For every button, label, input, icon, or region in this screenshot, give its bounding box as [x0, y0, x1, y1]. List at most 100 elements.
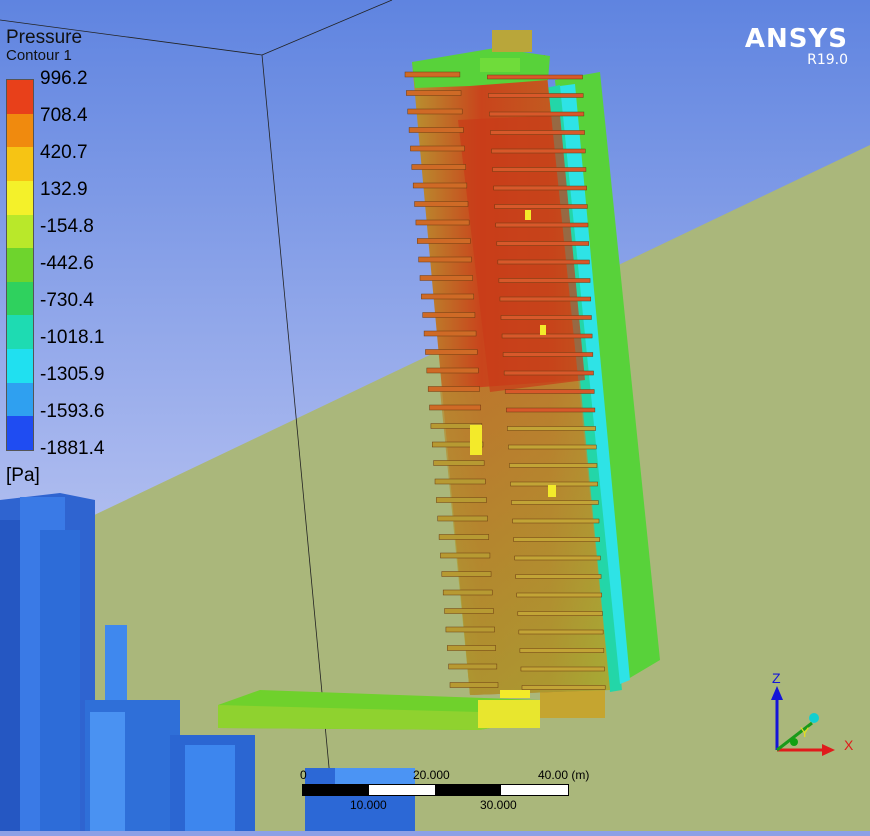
- legend-value-label: 996.2: [40, 68, 88, 89]
- floor-slab: [499, 296, 592, 302]
- floor-slab: [438, 534, 490, 540]
- floor-slab: [519, 648, 605, 653]
- scale-label-40: 40.00 (m): [538, 768, 590, 782]
- floor-slab: [518, 629, 604, 635]
- legend-band: [7, 248, 33, 282]
- floor-slab: [434, 478, 486, 485]
- floor-slab: [433, 460, 485, 466]
- axis-z-label: Z: [772, 670, 781, 686]
- floor-slab: [517, 611, 603, 616]
- floor-slab: [418, 256, 472, 263]
- floor-slab: [410, 145, 465, 152]
- floor-slab: [490, 130, 585, 135]
- legend-value-label: -730.4: [40, 290, 94, 311]
- legend-value-label: 420.7: [40, 142, 88, 163]
- floor-slab: [500, 315, 592, 320]
- floor-slab: [497, 259, 590, 265]
- floor-slab: [496, 241, 589, 246]
- floor-slab: [449, 682, 499, 688]
- roof-box: [492, 30, 532, 52]
- legend-value-label: 708.4: [40, 105, 88, 126]
- brand-name: ANSYS: [744, 24, 848, 54]
- floor-slab: [422, 312, 476, 318]
- floor-slab: [407, 108, 463, 115]
- legend-band: [7, 416, 33, 451]
- floor-slab: [426, 367, 479, 374]
- scale-label-20: 20.000: [413, 768, 450, 782]
- floor-slab: [503, 370, 594, 376]
- floor-slab: [492, 167, 587, 172]
- floor-slab: [493, 185, 587, 191]
- floor-slab: [507, 426, 596, 431]
- color-legend-bar: [6, 79, 34, 451]
- floor-slab: [488, 93, 584, 98]
- legend-band: [7, 214, 33, 249]
- scale-label-10: 10.000: [350, 798, 387, 812]
- legend-band: [7, 349, 33, 383]
- floor-slab: [516, 592, 603, 598]
- floor-slab: [501, 333, 593, 339]
- floor-slab: [406, 90, 462, 96]
- axis-triad[interactable]: Z Y X: [760, 668, 860, 768]
- floor-slab: [408, 127, 464, 133]
- floor-slab: [445, 626, 495, 633]
- floor-slab: [427, 386, 480, 392]
- scale-bar-track: [302, 784, 569, 796]
- floor-slab: [442, 589, 493, 596]
- scene-svg: [0, 0, 870, 832]
- legend-band: [7, 80, 33, 114]
- legend-band: [7, 382, 33, 417]
- floor-slab: [506, 407, 596, 413]
- axis-x-label: X: [844, 737, 854, 753]
- scale-label-30: 30.000: [480, 798, 517, 812]
- floor-slab: [512, 518, 600, 524]
- legend-value-label: -1881.4: [40, 438, 105, 459]
- legend-band: [7, 315, 33, 350]
- floor-slab: [444, 608, 494, 614]
- floor-slab: [425, 349, 478, 355]
- legend-units: [Pa]: [6, 465, 40, 486]
- legend-title: Pressure: [6, 27, 83, 48]
- floor-slab: [514, 555, 601, 561]
- floor-slab: [419, 275, 473, 281]
- floor-slab: [515, 574, 602, 579]
- floor-slab: [404, 71, 461, 78]
- legend-value-label: -1305.9: [40, 364, 105, 385]
- axis-y-label: Y: [800, 724, 810, 740]
- floor-slab: [487, 74, 583, 80]
- floor-slab: [448, 663, 498, 670]
- floor-slab: [502, 352, 594, 357]
- floor-slab: [429, 404, 481, 411]
- floor-slab: [494, 204, 588, 209]
- floor-slab: [491, 148, 586, 154]
- legend-value-label: -1593.6: [40, 401, 105, 422]
- floor-slab: [498, 278, 591, 283]
- brand-version: R19.0: [807, 52, 848, 68]
- floor-slab: [411, 164, 466, 170]
- floor-slab: [423, 330, 477, 337]
- floor-slab: [412, 182, 468, 189]
- floor-slab: [520, 666, 605, 672]
- floor-slab: [441, 571, 492, 577]
- floor-slab: [508, 444, 597, 450]
- legend-band: [7, 180, 33, 215]
- legend-band: [7, 281, 33, 316]
- legend-value-label: -1018.1: [40, 327, 105, 348]
- floor-slab: [440, 552, 491, 559]
- floor-slab: [495, 222, 589, 228]
- scale-bar: 0 20.000 40.00 (m) 10.000 30.000: [300, 768, 600, 828]
- floor-slab: [511, 500, 599, 505]
- floor-slab: [521, 685, 606, 690]
- 3d-viewport[interactable]: Pressure Contour 1 996.2 708.4 420.7 132.9 -…: [0, 0, 870, 832]
- floor-slab: [415, 219, 470, 226]
- legend-band: [7, 113, 33, 148]
- legend-value-label: -442.6: [40, 253, 94, 274]
- floor-slab: [417, 238, 471, 244]
- legend-value-label: 132.9: [40, 179, 88, 200]
- scale-label-0: 0: [300, 768, 307, 782]
- legend-band: [7, 147, 33, 181]
- floor-slab: [509, 463, 598, 468]
- floor-slab: [437, 515, 488, 522]
- floor-slab: [436, 497, 487, 503]
- floor-slab: [414, 201, 469, 207]
